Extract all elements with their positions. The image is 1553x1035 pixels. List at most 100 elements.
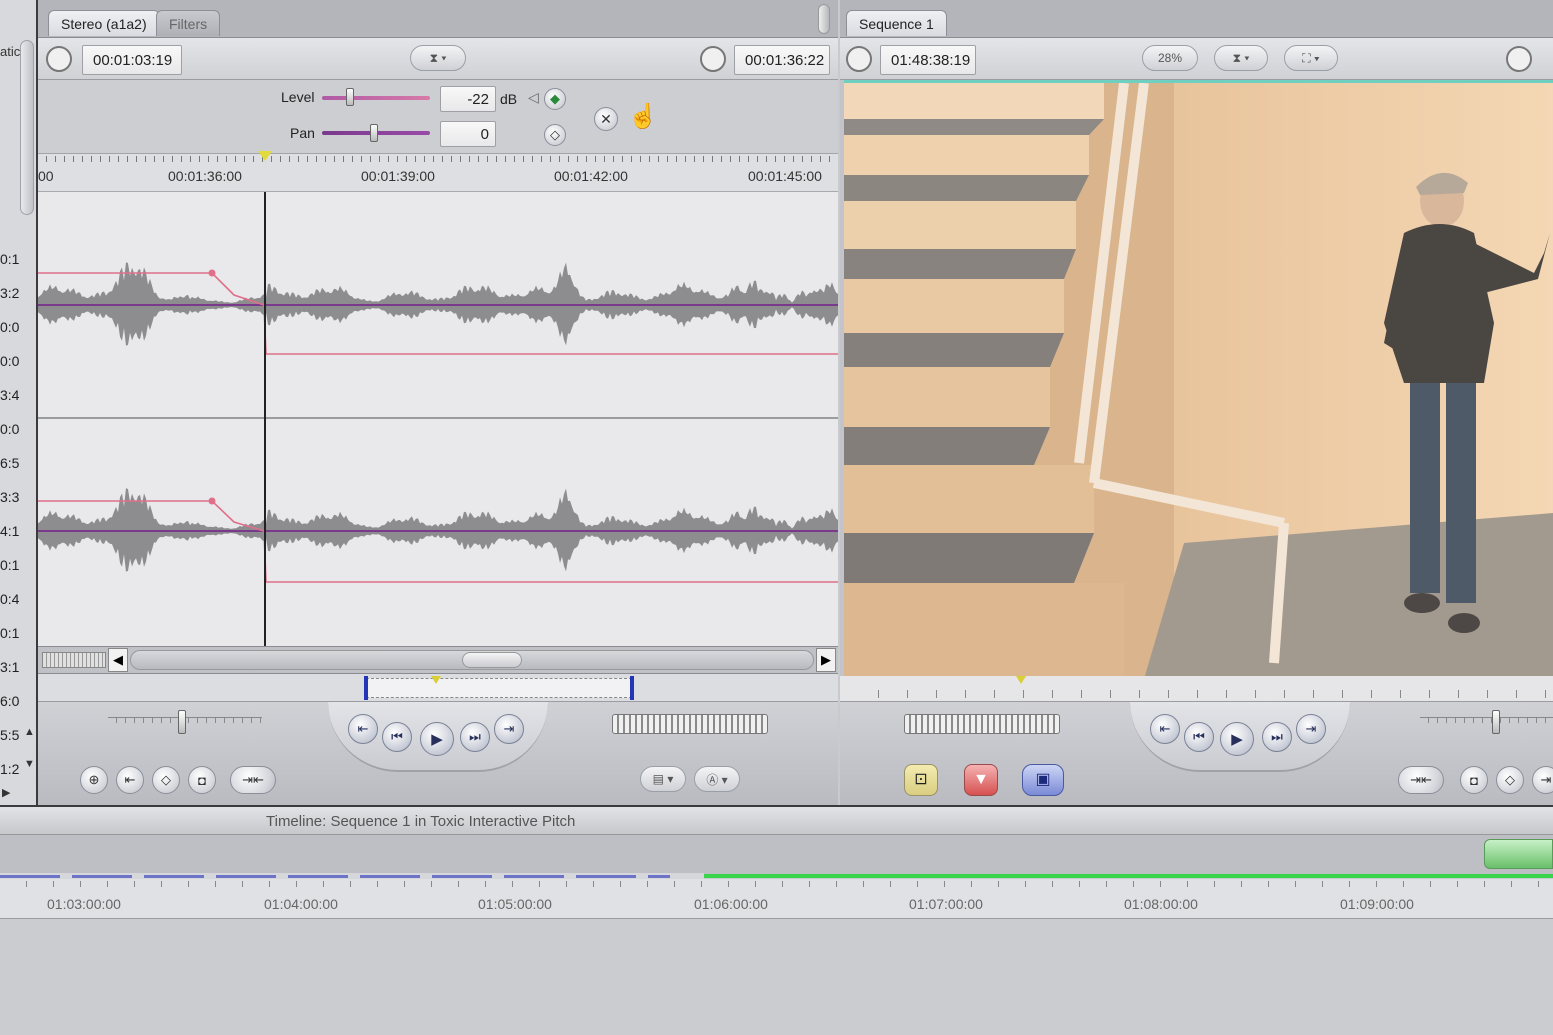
tab-stereo-a1a2[interactable]: Stereo (a1a2) [48, 10, 160, 36]
browser-scrollbar[interactable] [20, 40, 34, 215]
pan-slider-thumb[interactable] [370, 124, 378, 142]
hand-cursor-icon: ☝ [628, 103, 658, 130]
canvas-play-in-to-out-button[interactable]: ⇤ [1150, 714, 1180, 744]
browser-strip-value: 1:2 [0, 761, 20, 777]
scroll-thumb-grip[interactable] [462, 652, 522, 668]
render-status-bar-blue [0, 875, 670, 878]
next-edit-button[interactable]: ⏭ [460, 722, 490, 752]
overwrite-edit-button[interactable]: ▼ [964, 764, 998, 796]
browser-strip-value: 6:0 [0, 693, 20, 709]
tab-filters[interactable]: Filters [156, 10, 221, 36]
window-resize-handle[interactable] [818, 4, 830, 34]
canvas-jog-thumb[interactable] [1492, 710, 1500, 734]
reset-close-icon[interactable]: ✕ [594, 107, 618, 131]
browser-strip-value: 0:0 [0, 421, 20, 437]
add-marker-button[interactable]: ◘ [188, 766, 216, 794]
view-options-button[interactable]: ⧗ ▾ [410, 45, 466, 71]
mark-in-out-button[interactable]: ⇥⇤ [230, 766, 276, 794]
level-slider[interactable] [322, 96, 430, 100]
add-keyframe-button[interactable]: ◇ [152, 766, 180, 794]
ruler-label-3: 00:01:42:00 [554, 168, 628, 184]
browser-strip-value: 0:1 [0, 557, 20, 573]
canvas-add-keyframe-button[interactable]: ◇ [1496, 766, 1524, 794]
play-in-to-out-button[interactable]: ⇤ [348, 714, 378, 744]
insert-edit-button[interactable]: ⊡ [904, 764, 938, 796]
browser-strip-value: 3:1 [0, 659, 20, 675]
match-frame-button[interactable]: ⊕ [80, 766, 108, 794]
timeline-ruler-label-0: 01:03:00:00 [47, 896, 121, 912]
zoom-slider[interactable] [42, 652, 106, 668]
browser-strip-value: 6:5 [0, 455, 20, 471]
replace-edit-button[interactable]: ▣ [1022, 764, 1064, 796]
level-keyframe-button[interactable]: ◆ [544, 88, 566, 110]
timeline-ruler-label-2: 01:05:00:00 [478, 896, 552, 912]
ruler-label-0: 00 [38, 168, 54, 184]
out-point-marker[interactable] [630, 676, 634, 700]
level-keyframe-ch1 [208, 269, 216, 277]
canvas-add-marker-button[interactable]: ◘ [1460, 766, 1488, 794]
pan-value-field[interactable]: 0 [440, 121, 496, 147]
canvas-overlay-button[interactable]: ⛶ ▾ [1284, 45, 1338, 71]
canvas-window: Sequence 1 01:48:38:19 28% ⧗ ▾ ⛶ ▾ ⇤ ⏮ ▶… [840, 0, 1553, 805]
canvas-play-button[interactable]: ▶ [1220, 722, 1254, 756]
scroll-up-arrow-icon[interactable]: ▲ [24, 726, 35, 738]
timeline-tracks-area[interactable] [0, 919, 1553, 1035]
shuttle-control[interactable] [612, 714, 768, 734]
scroll-left-arrow-icon[interactable]: ◀ [108, 648, 128, 672]
canvas-previous-edit-button[interactable]: ⏮ [1184, 722, 1214, 752]
scroll-down-arrow-icon[interactable]: ▼ [24, 758, 35, 770]
canvas-view-button[interactable]: ⧗ ▾ [1214, 45, 1268, 71]
browser-strip-value: 0:4 [0, 591, 20, 607]
canvas-play-around-button[interactable]: ⇥ [1296, 714, 1326, 744]
canvas-scrubber-bar[interactable] [840, 676, 1553, 702]
viewer-duration-timecode[interactable]: 00:01:36:22 [734, 45, 830, 75]
mark-in-button[interactable]: ⇤ [116, 766, 144, 794]
tab-sequence-1[interactable]: Sequence 1 [846, 10, 947, 36]
scrubber-playhead-icon[interactable] [431, 676, 441, 684]
jog-thumb[interactable] [178, 710, 186, 734]
canvas-tab-bar [840, 0, 1553, 38]
browser-strip-value: 3:3 [0, 489, 20, 505]
scroll-right-arrow-icon[interactable]: ▶ [816, 648, 836, 672]
expand-arrow-icon[interactable]: ▶ [2, 786, 10, 799]
play-button[interactable]: ▶ [420, 722, 454, 756]
level-slider-thumb[interactable] [346, 88, 354, 106]
timeline-ruler-label-1: 01:04:00:00 [264, 896, 338, 912]
level-value-field[interactable]: -22 [440, 86, 496, 112]
duration-clock-icon [46, 46, 72, 72]
level-keyframe-ch2 [208, 497, 216, 505]
previous-edit-button[interactable]: ⏮ [382, 722, 412, 752]
timeline-toolbar [0, 835, 1553, 875]
browser-strip-value: 5:5 [0, 727, 20, 743]
timeline-title: Timeline: Sequence 1 in Toxic Interactiv… [266, 813, 576, 830]
pan-keyframe-button[interactable]: ◇ [544, 124, 566, 146]
browser-strip-value: 0:0 [0, 319, 20, 335]
canvas-playhead-icon[interactable] [1016, 676, 1026, 684]
canvas-shuttle-control[interactable] [904, 714, 1060, 734]
browser-strip: atic 0:1 3:2 0:0 0:0 3:4 0:0 6:5 3:3 4:1 0:1 0:4 0:… [0, 0, 38, 805]
ruler-label-1: 00:01:36:00 [168, 168, 242, 184]
timecode-clock-icon [700, 46, 726, 72]
ruler-ticks [38, 156, 838, 162]
recent-clips-button[interactable]: ▤ ▾ [640, 766, 686, 792]
timeline-ruler-label-5: 01:08:00:00 [1124, 896, 1198, 912]
canvas-mark-in-out-button[interactable]: ⇥⇤ [1398, 766, 1444, 794]
audio-controls-area [38, 80, 838, 154]
speaker-icon: ◁ [528, 89, 539, 105]
zoom-popup[interactable]: 28% [1142, 45, 1198, 71]
browser-strip-header: atic [0, 44, 21, 59]
canvas-mark-out-button[interactable]: ⇥ [1532, 766, 1553, 794]
audio-waveform-area[interactable] [38, 192, 838, 646]
viewer-current-timecode[interactable]: 00:01:03:19 [82, 45, 182, 75]
play-around-button[interactable]: ⇥ [494, 714, 524, 744]
timeline-zoom-control[interactable] [1484, 839, 1553, 869]
playhead-marker-icon[interactable] [258, 151, 272, 161]
canvas-jog-control[interactable] [1420, 717, 1553, 723]
generator-button[interactable]: Ⓐ ▾ [694, 766, 740, 792]
video-frame[interactable] [844, 80, 1553, 676]
in-point-marker[interactable] [364, 676, 368, 700]
canvas-next-edit-button[interactable]: ⏭ [1262, 722, 1292, 752]
level-label: Level [281, 89, 315, 105]
canvas-timecode[interactable]: 01:48:38:19 [880, 45, 976, 75]
level-unit: dB [500, 91, 518, 107]
